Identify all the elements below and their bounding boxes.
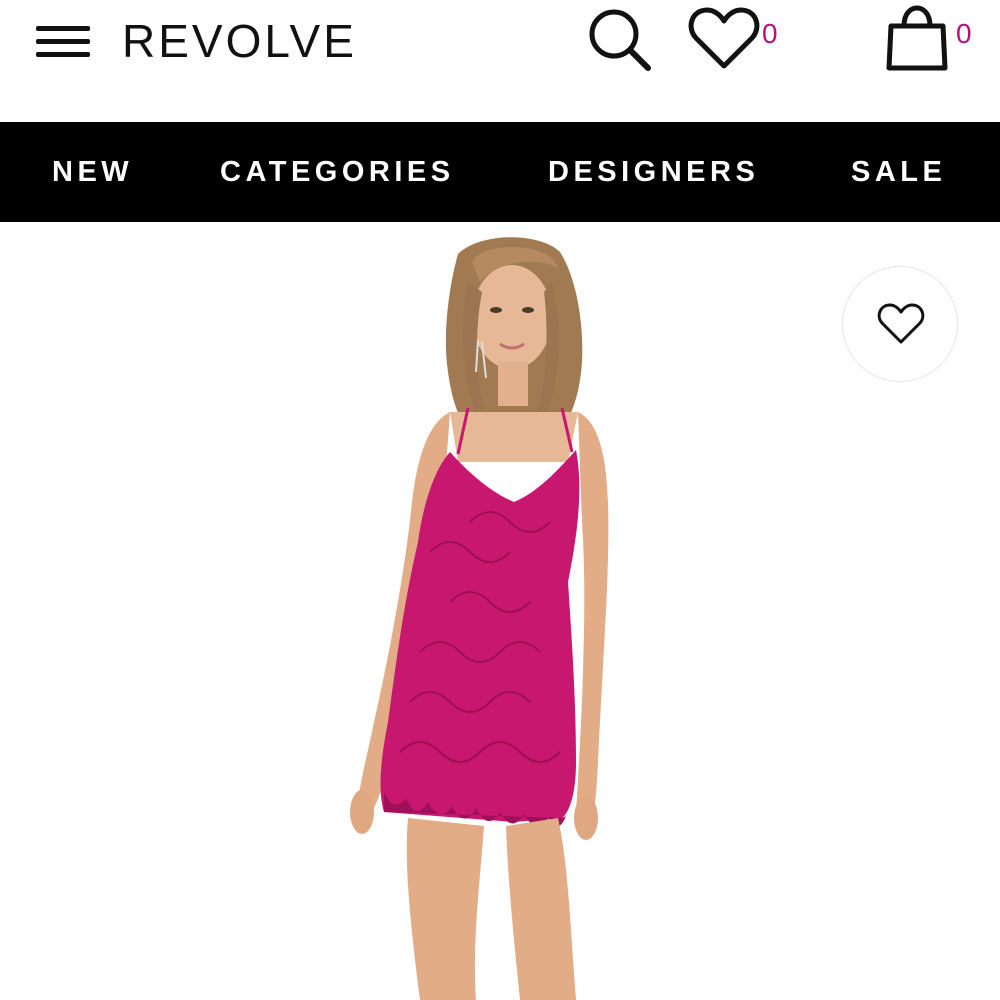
nav-new[interactable]: NEW [52, 156, 133, 189]
search-icon[interactable] [584, 4, 654, 74]
wishlist-heart-icon[interactable] [688, 6, 760, 72]
nav-sale[interactable]: SALE [851, 156, 946, 189]
product-model-image[interactable] [300, 222, 680, 1000]
shopping-bag-icon[interactable] [882, 4, 952, 74]
site-logo[interactable]: REVOLVE [122, 14, 357, 68]
nav-designers[interactable]: DESIGNERS [548, 156, 759, 189]
product-image-area [0, 222, 1000, 1000]
wishlist-count: 0 [762, 18, 778, 49]
heart-outline-icon [877, 303, 925, 344]
bag-count: 0 [956, 18, 972, 49]
main-nav: NEW CATEGORIES DESIGNERS SALE [0, 122, 1000, 222]
menu-icon[interactable] [36, 26, 90, 58]
favorite-button[interactable] [842, 266, 958, 382]
nav-categories[interactable]: CATEGORIES [220, 156, 455, 189]
site-header: REVOLVE 0 0 [0, 0, 1000, 122]
